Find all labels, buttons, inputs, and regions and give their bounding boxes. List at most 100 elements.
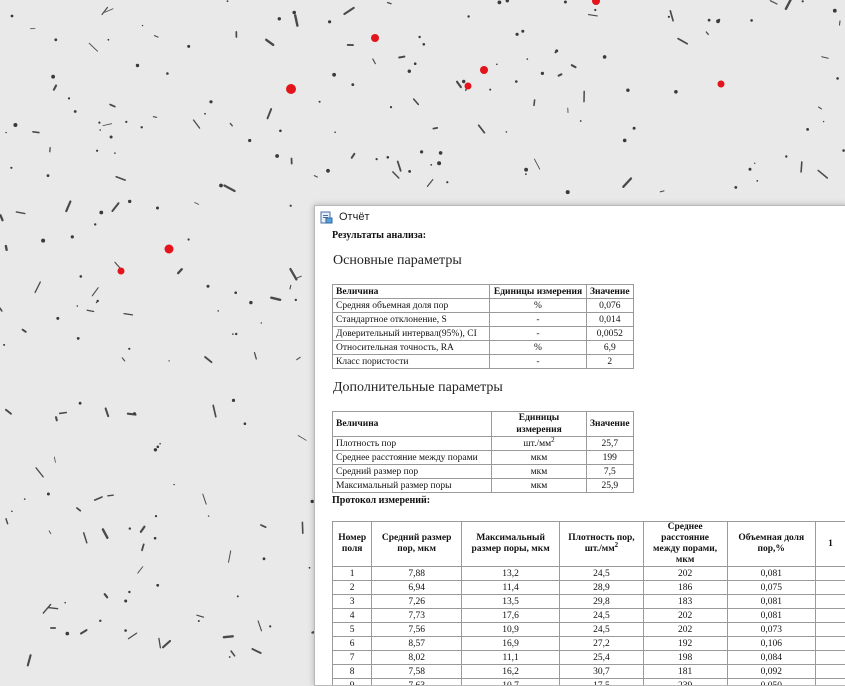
report-window[interactable]: Отчёт Результаты анализа: Основные парам…	[314, 205, 845, 686]
dark-pore	[141, 126, 143, 128]
dark-pore	[408, 170, 411, 173]
protocol-table: Номер поляСредний размер пор, мкмМаксима…	[332, 521, 845, 685]
dark-pore	[96, 150, 98, 152]
protocol-cell: 1	[333, 567, 372, 581]
dark-pore	[498, 1, 502, 5]
dark-inclusion	[108, 495, 113, 496]
main-header-units: Единицы измерения	[490, 285, 587, 299]
dark-inclusion	[60, 413, 67, 414]
protocol-header: Максимальный размер поры, мкм	[461, 522, 559, 567]
dark-pore	[80, 275, 83, 278]
protocol-cell: 30,7	[560, 665, 643, 679]
dark-pore	[390, 106, 392, 108]
protocol-cell: 17,5	[560, 679, 643, 686]
main-header-name: Величина	[333, 285, 490, 299]
table-row: Относительная точность, RA%6,9	[333, 341, 634, 355]
dark-inclusion	[801, 162, 802, 172]
report-content[interactable]: Результаты анализа: Основные параметры В…	[332, 228, 845, 685]
table-row: 97,6310,717,52390,050	[333, 679, 845, 686]
dark-pore	[836, 77, 839, 80]
window-titlebar[interactable]: Отчёт	[315, 206, 845, 228]
dark-pore	[334, 131, 336, 133]
dark-pore	[594, 9, 596, 11]
protocol-cell: 6,94	[372, 581, 462, 595]
dark-pore	[566, 190, 570, 194]
protocol-cell	[815, 665, 845, 679]
dark-pore	[129, 527, 131, 529]
table-row: Средний размер пормкм7,5	[333, 465, 634, 479]
dark-pore	[47, 174, 50, 177]
protocol-cell	[815, 679, 845, 686]
protocol-cell: 0,092	[727, 665, 815, 679]
protocol-cell: 3	[333, 595, 372, 609]
dark-pore	[219, 184, 223, 188]
dark-pore	[5, 132, 6, 133]
dark-pore	[603, 55, 607, 59]
cell-text: Максимальный размер поры	[336, 481, 452, 491]
superscript: 2	[615, 541, 619, 549]
cell-text: мкм	[531, 453, 548, 463]
dark-inclusion	[33, 132, 39, 133]
table-row: 87,5816,230,71810,092	[333, 665, 845, 679]
protocol-cell: 202	[643, 609, 727, 623]
param-value: 6,9	[587, 341, 634, 355]
protocol-cell: 7,58	[372, 665, 462, 679]
dark-pore	[290, 205, 292, 207]
dark-pore	[77, 337, 80, 340]
protocol-cell: 7,88	[372, 567, 462, 581]
main-header-value: Значение	[587, 285, 634, 299]
dark-pore	[446, 181, 448, 183]
red-pore	[165, 245, 174, 254]
dark-pore	[98, 122, 100, 124]
protocol-cell: 183	[643, 595, 727, 609]
dark-pore	[802, 0, 804, 2]
dark-pore	[244, 422, 247, 425]
protocol-cell: 202	[643, 567, 727, 581]
dark-pore	[708, 19, 711, 22]
dark-pore	[207, 285, 210, 288]
protocol-cell	[815, 595, 845, 609]
param-name: Среднее расстояние между порами	[333, 451, 492, 465]
param-units: мкм	[492, 479, 587, 493]
dark-pore	[623, 139, 627, 143]
param-value: 2	[587, 355, 634, 369]
results-label: Результаты анализа:	[332, 230, 426, 241]
dark-pore	[128, 200, 131, 203]
dark-pore	[418, 36, 420, 38]
header-text: Максимальный размер поры, мкм	[472, 533, 550, 554]
protocol-cell: 24,5	[560, 567, 643, 581]
protocol-cell: 0,075	[727, 581, 815, 595]
dark-pore	[154, 537, 157, 540]
param-name: Средний размер пор	[333, 465, 492, 479]
table-row: Плотность поршт./мм225,7	[333, 437, 634, 451]
dark-pore	[168, 360, 169, 361]
protocol-cell: 6	[333, 637, 372, 651]
dark-pore	[525, 173, 527, 175]
dark-pore	[633, 127, 636, 130]
protocol-cell: 16,2	[461, 665, 559, 679]
red-pore	[718, 81, 725, 88]
dark-pore	[785, 155, 787, 157]
dark-pore	[564, 1, 567, 4]
dark-pore	[108, 39, 110, 41]
dark-pore	[68, 97, 70, 99]
dark-pore	[309, 567, 311, 569]
param-value: 0,014	[587, 313, 634, 327]
dark-pore	[188, 238, 190, 240]
red-pore	[118, 268, 125, 275]
dark-pore	[99, 211, 103, 215]
dark-pore	[516, 33, 519, 36]
dark-pore	[749, 168, 752, 171]
table-row: 47,7317,624,52020,081	[333, 609, 845, 623]
protocol-cell: 16,9	[461, 637, 559, 651]
dark-pore	[376, 158, 378, 160]
protocol-cell: 25,4	[560, 651, 643, 665]
protocol-cell: 8,57	[372, 637, 462, 651]
protocol-cell: 29,8	[560, 595, 643, 609]
dark-pore	[806, 128, 809, 131]
dark-pore	[11, 511, 13, 513]
protocol-cell: 7,63	[372, 679, 462, 686]
superscript: 2	[551, 435, 555, 443]
table-row: 26,9411,428,91860,075	[333, 581, 845, 595]
cell-text: 7,5	[604, 467, 616, 477]
